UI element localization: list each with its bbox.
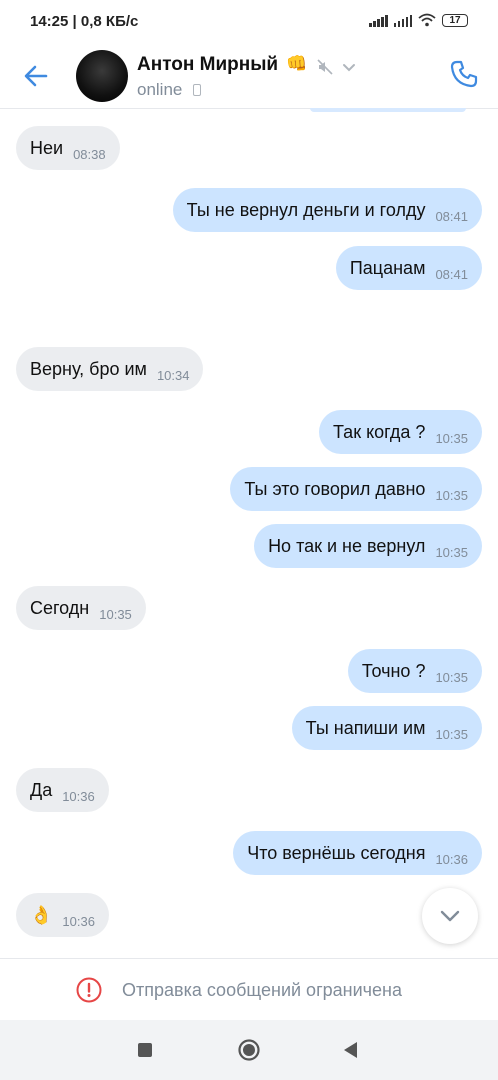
message-text: Так когда ? [333, 421, 426, 442]
message-bubble[interactable]: Ты это говорил давно 10:35 [230, 467, 482, 511]
signal-icon [369, 14, 388, 27]
warning-icon [76, 977, 102, 1003]
message-text: Верну, бро им [30, 358, 147, 379]
message-time: 08:41 [435, 266, 468, 282]
message-bubble[interactable]: Сегодн 10:35 [16, 586, 146, 630]
ok-hand-emoji: 👌 [30, 904, 53, 925]
signal-icon-2 [393, 14, 412, 27]
message-bubble[interactable]: Ты не вернул деньги и голду 08:41 [172, 188, 482, 232]
contact-name[interactable]: Антон Мирный [137, 54, 278, 76]
message-time: 10:36 [435, 851, 468, 867]
message-bubble[interactable]: Так когда ? 10:35 [319, 410, 482, 454]
message-time: 08:38 [73, 146, 106, 162]
message-bubble[interactable]: Верну, бро им 10:34 [16, 347, 204, 391]
message-bubble[interactable]: Точно ? 10:35 [347, 649, 482, 693]
status-icons: 17 [369, 13, 468, 27]
message-time: 10:35 [435, 544, 468, 560]
message-time: 10:34 [156, 367, 190, 383]
chat-header: Антон Мирный 👊 online [0, 44, 498, 109]
mobile-device-icon [193, 84, 201, 96]
battery-icon: 17 [442, 13, 468, 27]
chevron-down-icon[interactable] [342, 60, 356, 74]
message-time: 08:41 [435, 208, 468, 224]
message-bubble[interactable]: Но так и не вернул 10:35 [254, 524, 482, 568]
status-time: 14:25 | 0,8 КБ/с [30, 13, 139, 30]
message-time: 10:35 [435, 726, 468, 742]
system-navigation-bar [0, 1020, 498, 1080]
restriction-text: Отправка сообщений ограничена [122, 980, 402, 1000]
message-time: 10:36 [62, 788, 95, 804]
message-text: Точно ? [361, 660, 426, 681]
message-list[interactable]: Неи 08:38 Ты не вернул деньги и голду 08:4… [0, 108, 498, 958]
message-text: Но так и не вернул [268, 535, 426, 556]
message-time: 10:36 [62, 913, 95, 929]
message-bubble[interactable]: Что вернёшь сегодня 10:36 [233, 831, 482, 875]
message-bubble[interactable]: Да 10:36 [16, 768, 109, 812]
message-time: 10:35 [435, 487, 468, 503]
message-bubble[interactable]: Ты напиши им 10:35 [291, 706, 482, 750]
fist-emoji: 👊 [286, 54, 308, 73]
message-bubble[interactable]: Пацанам 08:41 [335, 246, 482, 290]
message-text: Ты это говорил давно [244, 478, 426, 499]
message-text: Сегодн [30, 597, 90, 618]
avatar[interactable] [76, 50, 128, 102]
message-time: 10:35 [435, 430, 468, 446]
chevron-down-icon [440, 910, 460, 922]
wifi-icon [418, 13, 436, 27]
mute-icon [317, 59, 333, 75]
message-text: Пацанам [349, 257, 426, 278]
back-button[interactable] [341, 1040, 359, 1060]
status-bar: 14:25 | 0,8 КБ/с 17 [0, 0, 498, 44]
message-text: Ты не вернул деньги и голду [186, 199, 426, 220]
message-text: Неи [30, 137, 64, 158]
message-text: Да [30, 779, 53, 800]
home-button[interactable] [238, 1039, 260, 1061]
phone-call-icon[interactable] [448, 58, 480, 90]
message-text: Что вернёшь сегодня [247, 842, 426, 863]
online-status: online [137, 80, 183, 99]
messaging-restricted-bar: Отправка сообщений ограничена [0, 958, 498, 1021]
scroll-down-button[interactable] [422, 888, 478, 944]
message-time: 10:35 [99, 606, 132, 622]
message-time: 10:35 [435, 669, 468, 685]
message-text: Ты напиши им [305, 717, 426, 738]
previous-message-fragment [310, 108, 466, 112]
back-arrow-icon[interactable] [22, 62, 50, 90]
recents-button[interactable] [138, 1043, 152, 1057]
message-bubble[interactable]: 👌 10:36 [16, 893, 109, 937]
message-bubble[interactable]: Неи 08:38 [16, 126, 120, 170]
